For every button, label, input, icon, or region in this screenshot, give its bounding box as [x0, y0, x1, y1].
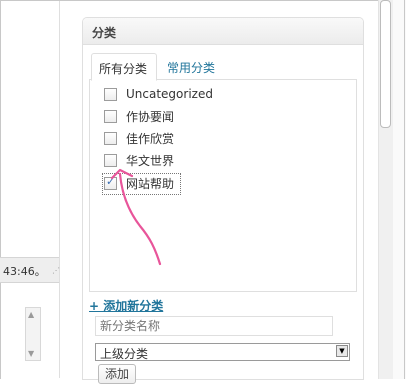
category-label: 佳作欣赏 — [126, 131, 175, 146]
editor-panel-edge — [59, 1, 60, 378]
add-category-button[interactable]: 添加 — [98, 364, 137, 384]
postbox-title: 分类 — [92, 26, 117, 40]
tab-all-label: 所有分类 — [99, 62, 148, 76]
pink-arrow-annotation — [110, 168, 162, 266]
window-border-right — [404, 0, 405, 379]
scroll-up-icon[interactable]: ▲ — [28, 310, 34, 319]
page-scrollbar-thumb[interactable] — [380, 0, 391, 128]
category-item[interactable]: 作协要闻 — [104, 107, 174, 125]
checkbox-icon[interactable] — [104, 153, 117, 167]
parent-category-select[interactable]: 上级分类 ▼ — [95, 343, 350, 361]
checkbox-icon[interactable] — [104, 131, 117, 145]
category-item[interactable]: 华文世界 — [104, 151, 174, 169]
resize-grip-icon[interactable]: ⋰ — [52, 266, 60, 275]
add-new-category-link[interactable]: + 添加新分类 — [89, 297, 163, 314]
category-item[interactable]: Uncategorized — [104, 85, 213, 103]
category-label: 作协要闻 — [126, 109, 175, 124]
editor-scrollbar[interactable]: ▲ ▼ — [25, 307, 41, 361]
parent-select-value: 上级分类 — [100, 347, 149, 361]
new-category-name-input[interactable] — [95, 316, 333, 336]
category-label: Uncategorized — [126, 87, 213, 101]
checkbox-icon[interactable] — [104, 87, 117, 101]
window-border-top — [0, 0, 406, 1]
postbox-header[interactable]: 分类 — [83, 18, 363, 45]
checkbox-icon[interactable] — [104, 109, 117, 123]
dropdown-arrow-icon[interactable]: ▼ — [336, 345, 348, 357]
tab-popular-categories[interactable]: 常用分类 — [167, 59, 215, 76]
editor-status-bar: 43:46。 — [0, 257, 59, 283]
tab-all-categories[interactable]: 所有分类 — [91, 53, 157, 81]
category-label: 华文世界 — [126, 153, 175, 168]
category-item[interactable]: 佳作欣赏 — [104, 129, 174, 147]
scroll-down-icon[interactable]: ▼ — [28, 349, 34, 358]
autosave-time: 43:46。 — [3, 265, 46, 278]
